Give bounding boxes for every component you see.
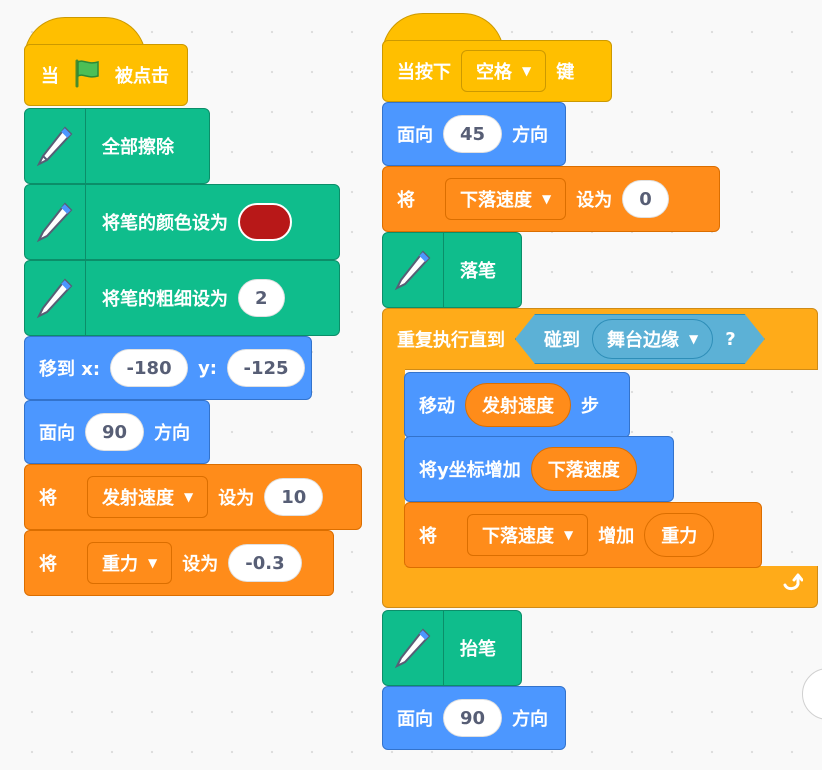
variable-dropdown[interactable]: 下落速度 ▼	[445, 178, 567, 220]
block-label: 方向	[512, 125, 549, 146]
move-steps-block[interactable]: 移动 发射速度 步	[404, 372, 630, 438]
zoom-in-button[interactable]	[802, 668, 822, 720]
block-label: 将笔的颜色设为	[102, 213, 228, 234]
set-variable-block[interactable]: 将 下落速度 ▼ 设为 0	[382, 166, 720, 232]
dropdown-value: 下落速度	[482, 526, 554, 547]
dropdown-value: 下落速度	[460, 190, 532, 211]
block-label: 重复执行直到	[397, 330, 505, 351]
set-variable-block[interactable]: 将 发射速度 ▼ 设为 10	[24, 464, 362, 530]
pen-icon	[25, 109, 86, 183]
block-label: 全部擦除	[102, 137, 174, 158]
block-label: 落笔	[460, 261, 496, 282]
set-pen-size-block[interactable]: 将笔的粗细设为 2	[24, 260, 340, 336]
dropdown-value: 空格	[476, 62, 512, 83]
dropdown-value: 重力	[102, 554, 138, 575]
block-label: 碰到	[544, 330, 580, 351]
pen-size-input[interactable]: 2	[238, 279, 285, 317]
block-label: 当	[41, 66, 59, 87]
green-flag-icon	[71, 58, 103, 93]
block-label: 将y坐标增加	[419, 460, 521, 481]
repeat-until-block[interactable]: 重复执行直到 碰到 舞台边缘 ▼ ?	[382, 308, 818, 370]
chevron-down-icon: ▼	[522, 64, 532, 78]
erase-all-block[interactable]: 全部擦除	[24, 108, 210, 184]
pen-icon	[25, 185, 86, 259]
direction-input[interactable]: 90	[443, 699, 503, 737]
point-direction-block[interactable]: 面向 45 方向	[382, 102, 566, 166]
block-label: 将	[39, 554, 57, 575]
variable-dropdown[interactable]: 重力 ▼	[87, 542, 173, 584]
block-label: 面向	[39, 423, 75, 444]
loop-arrow-icon	[781, 571, 804, 599]
chevron-down-icon: ▼	[564, 528, 574, 542]
change-y-block[interactable]: 将y坐标增加 下落速度	[404, 436, 674, 502]
variable-reporter[interactable]: 下落速度	[530, 447, 637, 491]
dropdown-value: 发射速度	[102, 488, 174, 509]
key-dropdown[interactable]: 空格 ▼	[461, 50, 547, 92]
block-label: 增加	[598, 526, 635, 547]
touching-condition[interactable]: 碰到 舞台边缘 ▼ ?	[515, 314, 765, 364]
chevron-down-icon: ▼	[184, 490, 194, 504]
block-label: 移到 x:	[39, 359, 101, 380]
repeat-until-arm	[382, 368, 405, 568]
when-flag-clicked-block[interactable]: 当 被点击	[24, 17, 188, 106]
when-key-pressed-block[interactable]: 当按下 空格 ▼ 键	[382, 13, 612, 102]
goto-xy-block[interactable]: 移到 x: -180 y: -125	[24, 336, 312, 400]
dropdown-value: 舞台边缘	[607, 330, 679, 351]
block-label: 将	[419, 526, 437, 547]
variable-reporter[interactable]: 发射速度	[465, 383, 571, 427]
point-direction-block[interactable]: 面向 90 方向	[24, 400, 210, 464]
chevron-down-icon: ▼	[689, 332, 699, 346]
pen-icon	[25, 261, 86, 335]
block-label: 面向	[397, 125, 433, 146]
point-direction-block[interactable]: 面向 90 方向	[382, 686, 566, 750]
pen-icon	[383, 233, 444, 307]
repeat-until-bottom	[382, 566, 818, 608]
direction-input[interactable]: 90	[85, 413, 145, 451]
block-label: y:	[198, 357, 217, 379]
block-label: 被点击	[115, 66, 169, 87]
touching-target-dropdown[interactable]: 舞台边缘 ▼	[592, 319, 713, 359]
block-label: 将	[397, 190, 415, 211]
chevron-down-icon: ▼	[148, 556, 158, 570]
y-input[interactable]: -125	[227, 349, 305, 387]
block-label: 将笔的粗细设为	[102, 289, 228, 310]
variable-dropdown[interactable]: 发射速度 ▼	[87, 476, 209, 518]
block-label: 设为	[218, 488, 255, 509]
block-label: ?	[725, 328, 736, 350]
chevron-down-icon: ▼	[542, 192, 552, 206]
pen-icon	[383, 611, 444, 685]
block-label: 步	[581, 396, 599, 417]
value-input[interactable]: 0	[622, 180, 669, 218]
block-label: 抬笔	[460, 639, 496, 660]
set-pen-color-block[interactable]: 将笔的颜色设为	[24, 184, 340, 260]
change-variable-block[interactable]: 将 下落速度 ▼ 增加 重力	[404, 502, 762, 568]
block-label: 设为	[182, 554, 219, 575]
direction-input[interactable]: 45	[443, 115, 503, 153]
value-input[interactable]: 10	[264, 478, 324, 516]
block-label: 面向	[397, 709, 433, 730]
block-label: 移动	[419, 396, 455, 417]
variable-dropdown[interactable]: 下落速度 ▼	[467, 514, 589, 556]
variable-reporter[interactable]: 重力	[644, 513, 715, 557]
set-variable-block[interactable]: 将 重力 ▼ 设为 -0.3	[24, 530, 334, 596]
x-input[interactable]: -180	[110, 349, 189, 387]
block-label: 将	[39, 488, 57, 509]
block-label: 设为	[576, 190, 613, 211]
block-label: 当按下	[397, 62, 451, 83]
pen-color-swatch[interactable]	[238, 203, 292, 241]
block-label: 键	[556, 62, 575, 83]
block-label: 方向	[154, 423, 191, 444]
pen-down-block[interactable]: 落笔	[382, 232, 522, 308]
pen-up-block[interactable]: 抬笔	[382, 610, 522, 686]
value-input[interactable]: -0.3	[228, 544, 302, 582]
block-label: 方向	[512, 709, 549, 730]
